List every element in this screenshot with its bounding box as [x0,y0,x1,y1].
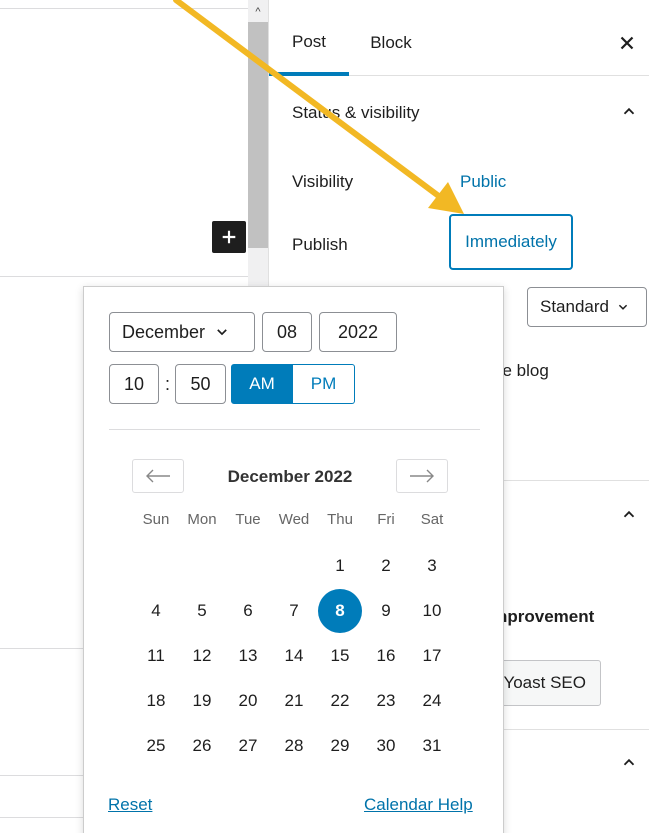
editor-block-divider [0,817,83,818]
plus-icon [222,230,236,244]
post-format-select[interactable]: Standard [527,287,647,327]
day-input[interactable]: 08 [262,312,312,352]
calendar-day[interactable]: 19 [179,678,225,724]
calendar-day[interactable]: 7 [271,588,317,634]
next-month-button[interactable] [396,459,448,493]
editor-block-divider [0,648,83,649]
sidebar-tabs: Post Block [269,10,649,76]
weekday-label: Tue [235,511,261,528]
calendar-day[interactable]: 18 [133,678,179,724]
calendar-day[interactable]: 5 [179,588,225,634]
pm-button[interactable]: PM [293,364,355,404]
calendar-help-link[interactable]: Calendar Help [364,795,473,815]
weekday-label: Fri [377,511,395,528]
editor-block-divider [0,276,248,277]
calendar-day[interactable]: 26 [179,723,225,769]
calendar-day[interactable]: 10 [409,588,455,634]
tab-post[interactable]: Post [269,10,349,76]
chevron-down-icon [618,304,628,310]
arrow-right-icon [410,469,434,483]
calendar-day[interactable]: 9 [363,588,409,634]
weekday-label: Sun [142,511,170,528]
scrollbar-thumb[interactable] [248,22,268,248]
calendar-day[interactable]: 21 [271,678,317,724]
partial-text-improvement: nprovement [497,607,595,626]
scroll-up-icon[interactable]: ^ [248,6,268,18]
visibility-toggle[interactable]: Public [460,172,506,192]
calendar-day[interactable]: 25 [133,723,179,769]
calendar-day-selected[interactable]: 8 [318,589,362,633]
date-picker-popover: December 08 2022 10 : 50 AM PM December … [83,286,504,833]
visibility-label: Visibility [292,172,354,191]
month-select[interactable]: December [109,312,255,352]
year-input[interactable]: 2022 [319,312,397,352]
calendar-day[interactable]: 14 [271,633,317,679]
publish-date-button[interactable]: Immediately [449,214,573,270]
tab-block[interactable]: Block [361,10,421,76]
chevron-up-icon[interactable] [620,102,638,120]
chevron-up-icon[interactable] [620,505,638,523]
calendar-day[interactable]: 22 [317,678,363,724]
editor-top-line [0,8,248,9]
calendar-day[interactable]: 27 [225,723,271,769]
minute-input[interactable]: 50 [175,364,226,404]
calendar-day[interactable]: 4 [133,588,179,634]
am-button[interactable]: AM [231,364,293,404]
calendar-caption: December 2022 [227,467,353,486]
weekday-label: Wed [278,511,310,528]
calendar-day[interactable]: 1 [317,543,363,589]
hour-input[interactable]: 10 [109,364,159,404]
weekday-label: Sat [420,511,444,528]
am-pm-toggle: AM PM [231,364,355,404]
calendar-day[interactable]: 17 [409,633,455,679]
close-icon[interactable] [616,32,638,54]
publish-label: Publish [292,235,348,254]
calendar-day[interactable]: 23 [363,678,409,724]
post-format-value: Standard [540,297,609,316]
calendar-day[interactable]: 28 [271,723,317,769]
calendar-day[interactable]: 31 [409,723,455,769]
calendar-day[interactable]: 29 [317,723,363,769]
previous-month-button[interactable] [132,459,184,493]
arrow-left-icon [146,469,170,483]
calendar-day[interactable]: 30 [363,723,409,769]
chevron-up-icon[interactable] [620,753,638,771]
calendar-day[interactable]: 13 [225,633,271,679]
status-visibility-title[interactable]: Status & visibility [292,103,420,123]
calendar-day[interactable]: 3 [409,543,455,589]
chevron-down-icon [217,329,227,336]
editor-block-divider [0,775,83,776]
weekday-label: Mon [187,511,217,528]
calendar-day[interactable]: 6 [225,588,271,634]
picker-divider [109,429,480,430]
block-inserter-button[interactable] [212,221,246,253]
calendar-day[interactable]: 20 [225,678,271,724]
calendar-day[interactable]: 16 [363,633,409,679]
month-value: December [122,321,206,342]
reset-link[interactable]: Reset [108,795,152,815]
calendar-day[interactable]: 11 [133,633,179,679]
calendar-day[interactable]: 24 [409,678,455,724]
calendar-day[interactable]: 15 [317,633,363,679]
weekday-label: Thu [327,511,353,528]
calendar-day[interactable]: 12 [179,633,225,679]
calendar-day[interactable]: 2 [363,543,409,589]
time-separator: : [165,374,171,394]
